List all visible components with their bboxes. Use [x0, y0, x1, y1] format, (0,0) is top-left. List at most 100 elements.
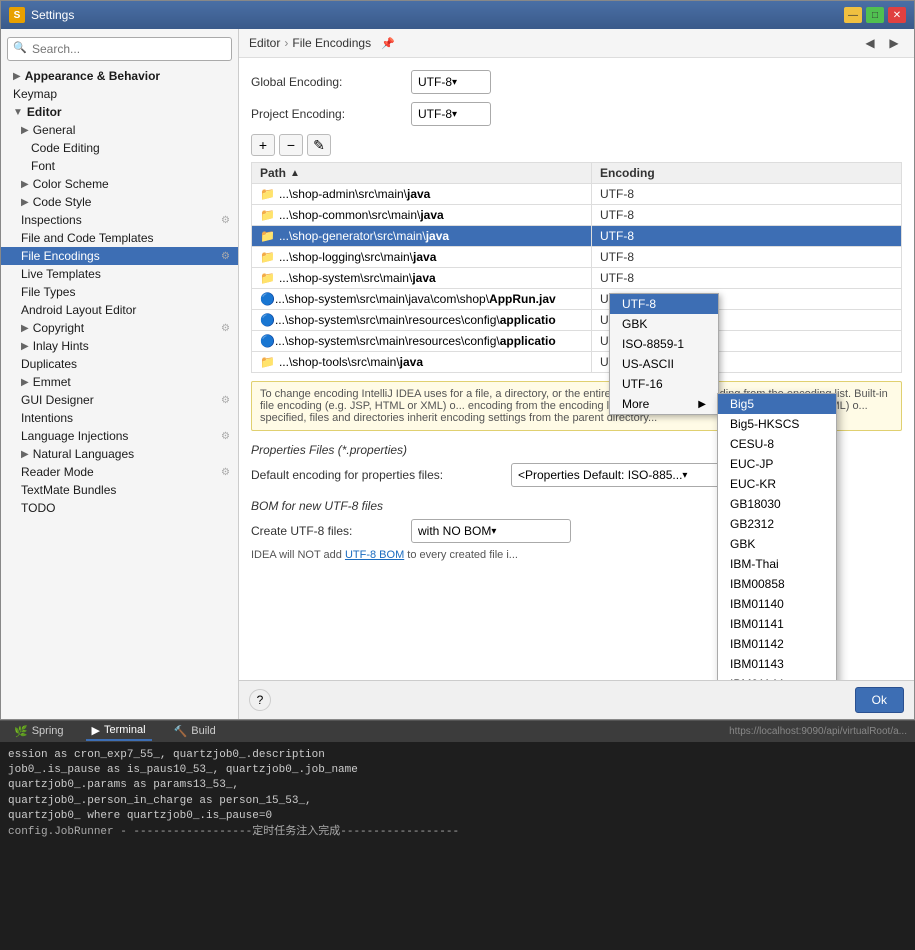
- edit-button[interactable]: ✎: [307, 134, 331, 156]
- sidebar-item-reader-mode[interactable]: Reader Mode⚙: [1, 463, 238, 481]
- table-row[interactable]: 📁...\shop-tools\src\main\javaUTF-8: [252, 352, 902, 373]
- sidebar-item-appearance--behavior[interactable]: ▶Appearance & Behavior: [1, 67, 238, 85]
- table-row[interactable]: 🔵...\shop-system\src\main\resources\conf…: [252, 331, 902, 352]
- path-column-header: Path ▲: [252, 163, 592, 184]
- file-icon: 🔵: [260, 334, 275, 348]
- table-row[interactable]: 📁...\shop-common\src\main\javaUTF-8: [252, 205, 902, 226]
- submenu-item-ibm00858[interactable]: IBM00858: [718, 574, 836, 594]
- file-icon: 🔵: [260, 313, 275, 327]
- settings-icon: ⚙: [221, 395, 230, 406]
- sidebar-item-todo[interactable]: TODO: [1, 499, 238, 517]
- table-row[interactable]: 📁...\shop-logging\src\main\javaUTF-8: [252, 247, 902, 268]
- sidebar-item-code-style[interactable]: ▶Code Style: [1, 193, 238, 211]
- dropdown-item-us-ascii[interactable]: US-ASCII: [610, 354, 718, 374]
- submenu-item-gb18030[interactable]: GB18030: [718, 494, 836, 514]
- dropdown-item-iso-8859-1[interactable]: ISO-8859-1: [610, 334, 718, 354]
- window-body: ▶Appearance & BehaviorKeymap▼Editor▶Gene…: [1, 29, 914, 719]
- table-row[interactable]: 📁...\shop-admin\src\main\javaUTF-8: [252, 184, 902, 205]
- terminal-line: quartzjob0_.params as params13_53_,: [8, 778, 907, 793]
- sidebar-item-font[interactable]: Font: [1, 157, 238, 175]
- dropdown-item-utf-8[interactable]: UTF-8: [610, 294, 718, 314]
- sidebar-item-copyright[interactable]: ▶Copyright⚙: [1, 319, 238, 337]
- project-encoding-dropdown[interactable]: UTF-8: [411, 102, 491, 126]
- bom-label: Create UTF-8 files:: [251, 524, 411, 538]
- search-input[interactable]: [7, 37, 232, 61]
- properties-encoding-label: Default encoding for properties files:: [251, 468, 511, 482]
- global-encoding-label: Global Encoding:: [251, 75, 411, 89]
- sidebar-item-textmate-bundles[interactable]: TextMate Bundles: [1, 481, 238, 499]
- ok-button[interactable]: Ok: [855, 687, 904, 713]
- help-button[interactable]: ?: [249, 689, 271, 711]
- main-panel: Editor › File Encodings 📌 ◀ ▶ Global Enc…: [239, 29, 914, 719]
- settings-icon: ⚙: [221, 215, 230, 226]
- sidebar-item-file-types[interactable]: File Types: [1, 283, 238, 301]
- title-bar: S Settings — □ ✕: [1, 1, 914, 29]
- project-encoding-row: Project Encoding: UTF-8: [251, 102, 902, 126]
- submenu-item-big5-hkscs[interactable]: Big5-HKSCS: [718, 414, 836, 434]
- sidebar-item-inlay-hints[interactable]: ▶Inlay Hints: [1, 337, 238, 355]
- dropdown-item-utf-16[interactable]: UTF-16: [610, 374, 718, 394]
- table-row[interactable]: 📁...\shop-system\src\main\javaUTF-8: [252, 268, 902, 289]
- sidebar-item-editor[interactable]: ▼Editor: [1, 103, 238, 121]
- sidebar-item-intentions[interactable]: Intentions: [1, 409, 238, 427]
- submenu-item-gb2312[interactable]: GB2312: [718, 514, 836, 534]
- dropdown-item-more[interactable]: More▶: [610, 394, 718, 414]
- table-row[interactable]: 🔵...\shop-system\src\main\java\com\shop\…: [252, 289, 902, 310]
- submenu-item-ibm01142[interactable]: IBM01142: [718, 634, 836, 654]
- sidebar-item-inspections[interactable]: Inspections⚙: [1, 211, 238, 229]
- sidebar-item-color-scheme[interactable]: ▶Color Scheme: [1, 175, 238, 193]
- submenu-item-cesu-8[interactable]: CESU-8: [718, 434, 836, 454]
- submenu-item-ibm-thai[interactable]: IBM-Thai: [718, 554, 836, 574]
- nav-forward-button[interactable]: ▶: [884, 33, 904, 53]
- sidebar-item-code-editing[interactable]: Code Editing: [1, 139, 238, 157]
- submenu-item-ibm01143[interactable]: IBM01143: [718, 654, 836, 674]
- submenu-item-big5[interactable]: Big5: [718, 394, 836, 414]
- sidebar-item-language-injections[interactable]: Language Injections⚙: [1, 427, 238, 445]
- table-row[interactable]: 📁...\shop-generator\src\main\javaUTF-8: [252, 226, 902, 247]
- settings-window: S Settings — □ ✕ ▶Appearance & BehaviorK…: [0, 0, 915, 720]
- encoding-toolbar: + − ✎: [251, 134, 902, 156]
- terminal-tab-terminal[interactable]: ▶Terminal: [86, 722, 152, 741]
- sidebar-items-container: ▶Appearance & BehaviorKeymap▼Editor▶Gene…: [1, 67, 238, 517]
- bom-link[interactable]: UTF-8 BOM: [345, 549, 404, 561]
- terminal-line: config.JobRunner - ------------------定时任…: [8, 825, 907, 840]
- dropdown-item-gbk[interactable]: GBK: [610, 314, 718, 334]
- bom-dropdown[interactable]: with NO BOM: [411, 519, 571, 543]
- add-button[interactable]: +: [251, 134, 275, 156]
- table-row[interactable]: 🔵...\shop-system\src\main\resources\conf…: [252, 310, 902, 331]
- dialog-footer: ? Ok: [239, 680, 914, 719]
- sidebar-item-keymap[interactable]: Keymap: [1, 85, 238, 103]
- maximize-button[interactable]: □: [866, 7, 884, 23]
- close-button[interactable]: ✕: [888, 7, 906, 23]
- submenu-item-ibm01141[interactable]: IBM01141: [718, 614, 836, 634]
- sidebar-item-gui-designer[interactable]: GUI Designer⚙: [1, 391, 238, 409]
- submenu-item-gbk[interactable]: GBK: [718, 534, 836, 554]
- sidebar-item-live-templates[interactable]: Live Templates: [1, 265, 238, 283]
- bom-note-text: IDEA will NOT add: [251, 549, 345, 561]
- sidebar-item-file-encodings[interactable]: File Encodings⚙: [1, 247, 238, 265]
- sidebar-item-file-and-code-templates[interactable]: File and Code Templates: [1, 229, 238, 247]
- terminal-tab-spring[interactable]: 🌿Spring: [8, 723, 70, 740]
- sidebar-item-android-layout-editor[interactable]: Android Layout Editor: [1, 301, 238, 319]
- nav-back-button[interactable]: ◀: [860, 33, 880, 53]
- terminal-line: quartzjob0_.person_in_charge as person_1…: [8, 794, 907, 809]
- settings-icon: ⚙: [221, 323, 230, 334]
- minimize-button[interactable]: —: [844, 7, 862, 23]
- settings-icon: ⚙: [221, 467, 230, 478]
- global-encoding-dropdown[interactable]: UTF-8: [411, 70, 491, 94]
- settings-icon: ⚙: [221, 431, 230, 442]
- breadcrumb-editor: Editor: [249, 36, 280, 50]
- submenu-item-ibm01140[interactable]: IBM01140: [718, 594, 836, 614]
- terminal-area: 🌿Spring▶Terminal🔨Buildhttps://localhost:…: [0, 720, 915, 950]
- sidebar-item-general[interactable]: ▶General: [1, 121, 238, 139]
- sidebar-item-duplicates[interactable]: Duplicates: [1, 355, 238, 373]
- search-wrap: [7, 37, 232, 61]
- sidebar-item-emmet[interactable]: ▶Emmet: [1, 373, 238, 391]
- submenu-item-euc-kr[interactable]: EUC-KR: [718, 474, 836, 494]
- terminal-tab-build[interactable]: 🔨Build: [168, 723, 222, 740]
- remove-button[interactable]: −: [279, 134, 303, 156]
- sidebar-item-natural-languages[interactable]: ▶Natural Languages: [1, 445, 238, 463]
- submenu-item-ibm01144[interactable]: IBM01144: [718, 674, 836, 680]
- submenu-item-euc-jp[interactable]: EUC-JP: [718, 454, 836, 474]
- properties-encoding-dropdown[interactable]: <Properties Default: ISO-885...: [511, 463, 731, 487]
